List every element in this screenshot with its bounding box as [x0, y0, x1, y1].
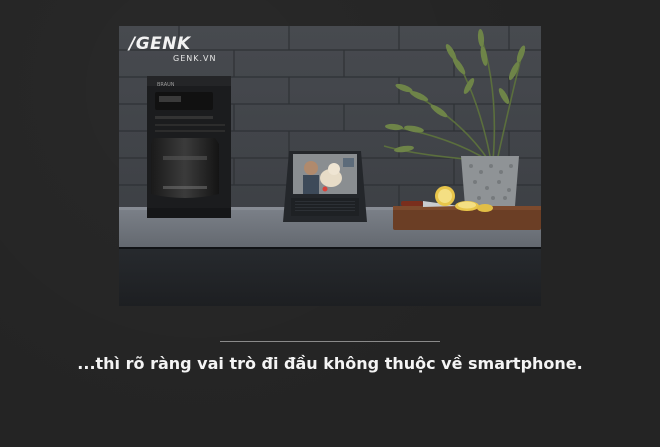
- smart-display-device: [283, 151, 367, 222]
- caption-text: ...thì rõ ràng vai trò đi đầu không thuộ…: [77, 354, 583, 373]
- coffee-maker: BRAUN: [147, 76, 231, 218]
- appliance-brand-label: BRAUN: [157, 82, 175, 88]
- genk-logo: /GENK GENK.VN: [129, 34, 217, 64]
- kitchen-photo: BRAUN /GENK GENK.VN: [119, 26, 541, 306]
- cabinet: [119, 247, 541, 306]
- kitchen-scene: BRAUN: [119, 26, 541, 306]
- genk-logo-mark: /GENK: [129, 34, 191, 54]
- caption-divider: [220, 341, 440, 342]
- genk-logo-sub: GENK.VN: [173, 54, 217, 63]
- page: BRAUN /GENK GENK.VN ...thì rõ ràng vai t…: [0, 0, 660, 447]
